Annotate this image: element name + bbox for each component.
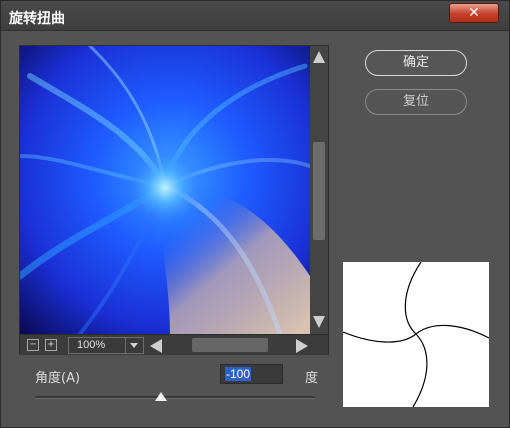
preview-image[interactable] <box>20 46 310 334</box>
twirl-curves-icon <box>342 261 490 408</box>
zoom-value: 100% <box>77 339 106 351</box>
zoom-select[interactable]: 100% <box>68 337 144 354</box>
ok-button[interactable]: 确定 <box>365 50 467 76</box>
zoom-out-button[interactable]: − <box>27 339 39 351</box>
dialog-title: 旋转扭曲 <box>9 11 65 27</box>
preview-panel: − + 100% <box>19 45 329 355</box>
angle-input[interactable]: -100 <box>220 364 283 384</box>
scroll-right-icon[interactable] <box>296 339 308 353</box>
plus-icon: + <box>47 339 55 350</box>
twirl-preview-image <box>20 46 310 334</box>
zoom-in-button[interactable]: + <box>45 339 57 351</box>
horizontal-scroll-thumb[interactable] <box>192 338 268 352</box>
angle-label: 角度(A) <box>35 371 81 386</box>
vertical-scroll-thumb[interactable] <box>313 142 325 240</box>
reset-button[interactable]: 复位 <box>365 89 467 115</box>
twirl-thumbnail <box>342 261 490 408</box>
angle-value: -100 <box>225 367 252 381</box>
close-button[interactable]: ✕ <box>449 3 499 23</box>
angle-slider-handle[interactable] <box>155 392 167 401</box>
scroll-up-icon[interactable] <box>313 51 325 63</box>
title-bar[interactable]: 旋转扭曲 ✕ <box>1 1 509 31</box>
preview-toolbar: − + 100% <box>20 334 328 355</box>
vertical-scrollbar[interactable] <box>310 46 328 334</box>
chevron-down-icon <box>125 338 143 353</box>
scroll-left-icon[interactable] <box>150 339 162 353</box>
angle-unit: 度 <box>305 371 319 386</box>
close-icon: ✕ <box>468 5 480 21</box>
minus-icon: − <box>29 339 37 350</box>
angle-slider[interactable] <box>35 396 315 399</box>
twirl-dialog: 旋转扭曲 ✕ − + 100% 确定 复位 角度(A) -100 度 <box>0 0 510 428</box>
scroll-down-icon[interactable] <box>313 316 325 328</box>
